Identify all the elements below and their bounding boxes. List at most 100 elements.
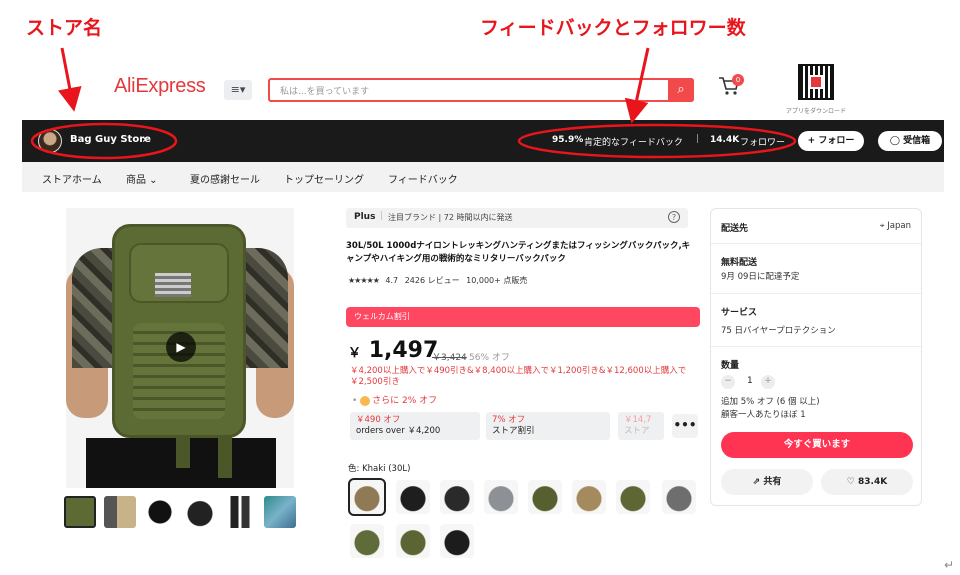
- coupon-1[interactable]: ￥490 オフ orders over ￥4,200: [350, 412, 480, 440]
- thumbnail-1[interactable]: [64, 496, 96, 528]
- coupon-title: 7% オフ: [492, 415, 526, 425]
- store-name[interactable]: Bag Guy Store: [70, 134, 151, 145]
- color-swatch[interactable]: [440, 480, 474, 514]
- color-swatch[interactable]: [662, 480, 696, 514]
- thumbnail-3[interactable]: [144, 496, 176, 528]
- tiered-promo-text: ￥4,200以上購入で￥490引き&￥8,400以上購入で￥1,200引き&￥1…: [350, 366, 687, 387]
- divider: [711, 243, 921, 244]
- divider: |: [696, 134, 700, 144]
- category-menu-icon[interactable]: ≡▾: [224, 80, 252, 100]
- quantity-minus-button[interactable]: −: [721, 375, 735, 389]
- backpack: [112, 224, 246, 438]
- coupon-sub: orders over ￥4,200: [356, 426, 441, 436]
- review-count[interactable]: 2426 レビュー: [405, 276, 460, 285]
- star-rating-icon: ★★★★★: [348, 276, 380, 285]
- coupon-sub: ストア: [624, 426, 650, 436]
- price: ￥ 1,497: [348, 338, 438, 363]
- nav-store-home[interactable]: ストアホーム: [42, 171, 102, 186]
- follow-button[interactable]: + フォロー: [798, 131, 864, 151]
- service-label: サービス: [721, 308, 758, 318]
- color-swatch[interactable]: [572, 480, 606, 514]
- feedback-percent: 95.9%: [552, 135, 584, 145]
- annotation-store-name: ストア名: [26, 17, 103, 39]
- rating-row: ★★★★★ 4.7 2426 レビュー 10,000+ 点販売: [348, 275, 527, 286]
- ship-location[interactable]: ⌖ Japan: [880, 221, 911, 231]
- color-swatch[interactable]: [484, 480, 518, 514]
- color-swatch[interactable]: [440, 524, 474, 558]
- info-icon[interactable]: ?: [668, 211, 680, 223]
- aliexpress-logo[interactable]: AliExpress: [114, 75, 206, 98]
- site-header: AliExpress ≡▾ 私は...を買っています ⌕ 0 アプリをダウンロー…: [22, 60, 944, 120]
- divider: [711, 346, 921, 347]
- store-avatar[interactable]: [38, 129, 62, 153]
- search-input[interactable]: 私は...を買っています ⌕: [268, 78, 694, 102]
- more-coupons-icon[interactable]: •••: [672, 414, 698, 438]
- store-nav: ストアホーム 商品 ⌄ 夏の感謝セール トップセーリング フィードバック: [22, 162, 944, 192]
- divider: |: [380, 211, 384, 221]
- thumbnail-4[interactable]: [184, 496, 216, 528]
- plus-info-text: 注目ブランド | 72 時間以内に発送: [388, 213, 513, 222]
- delivery-date: 9月 09日に配達予定: [721, 272, 800, 282]
- color-swatch-khaki[interactable]: [348, 478, 386, 516]
- chevron-right-icon[interactable]: ›: [142, 132, 147, 146]
- cart-count-badge: 0: [732, 74, 744, 86]
- coupon-title: ￥490 オフ: [356, 415, 401, 425]
- followers-label: フォロワー: [740, 138, 786, 148]
- nav-summer-sale[interactable]: 夏の感謝セール: [190, 171, 260, 186]
- quantity-plus-button[interactable]: +: [761, 375, 775, 389]
- return-mark-icon: ↵: [944, 558, 955, 572]
- currency-symbol: ￥: [348, 346, 362, 361]
- purchase-sidebar: 配送先 ⌖ Japan 無料配送 9月 09日に配達予定 サービス 75 日バイ…: [710, 208, 922, 506]
- service-text: 75 日バイヤープロテクション: [721, 326, 836, 336]
- product-main-image[interactable]: ▶: [66, 208, 294, 488]
- product-title: 30L/50L 1000dナイロントレッキングハンティングまたはフィッシングバッ…: [346, 241, 691, 264]
- play-video-icon[interactable]: ▶: [166, 332, 196, 362]
- welcome-discount-banner: ウェルカム割引: [346, 307, 700, 327]
- inbox-button[interactable]: ◯ 受信箱: [878, 131, 942, 151]
- nav-products[interactable]: 商品 ⌄: [126, 171, 158, 186]
- free-shipping-label: 無料配送: [721, 258, 758, 268]
- annotation-feedback-followers: フィードバックとフォロワー数: [480, 17, 746, 39]
- thumbnail-6[interactable]: [264, 496, 296, 528]
- share-button[interactable]: ⇗ 共有: [721, 469, 813, 495]
- app-qr-code[interactable]: [798, 64, 834, 100]
- plus-badge: Plus: [354, 212, 376, 222]
- plus-badge-bar: Plus | 注目ブランド | 72 時間以内に発送 ?: [346, 208, 688, 228]
- nav-top-selling[interactable]: トップセーリング: [284, 171, 364, 186]
- color-swatch[interactable]: [396, 480, 430, 514]
- coupon-title: ￥14,7: [624, 415, 652, 425]
- coin-icon: [360, 395, 371, 406]
- backpack-top-pocket: [129, 243, 229, 303]
- color-swatch[interactable]: [616, 480, 650, 514]
- color-swatch[interactable]: [350, 524, 384, 558]
- extra-discount[interactable]: • さらに 2% オフ: [352, 393, 437, 406]
- store-bar: Bag Guy Store › 95.9% 肯定的なフィードバック | 14.4…: [22, 120, 944, 162]
- flag-patch: [155, 273, 191, 297]
- coupon-sub: ストア割引: [492, 426, 535, 436]
- coupon-3[interactable]: ￥14,7 ストア: [618, 412, 664, 440]
- purchase-limit-note: 顧客一人あたりほぼ 1: [721, 410, 806, 420]
- sold-count: 10,000+ 点販売: [466, 276, 528, 285]
- extra-discount-text: さらに 2% オフ: [372, 396, 438, 406]
- quantity-value[interactable]: 1: [747, 376, 753, 386]
- rating-value: 4.7: [385, 276, 399, 285]
- followers-count: 14.4K: [710, 135, 740, 145]
- thumbnail-5[interactable]: [224, 496, 256, 528]
- ship-to-label: 配送先: [721, 224, 749, 234]
- search-icon[interactable]: ⌕: [668, 78, 694, 102]
- app-download-label: アプリをダウンロード: [786, 108, 847, 115]
- color-swatch[interactable]: [528, 480, 562, 514]
- thumbnail-2[interactable]: [104, 496, 136, 528]
- color-swatch[interactable]: [396, 524, 430, 558]
- coupon-2[interactable]: 7% オフ ストア割引: [486, 412, 610, 440]
- discount-percent: 56% オフ: [469, 353, 510, 363]
- price-value: 1,497: [368, 338, 439, 363]
- buy-now-button[interactable]: 今すぐ買います: [721, 432, 913, 458]
- wishlist-button[interactable]: ♡ 83.4K: [821, 469, 913, 495]
- bulk-discount-note: 追加 5% オフ (6 個 以上): [721, 397, 820, 407]
- divider: [711, 293, 921, 294]
- original-price: ￥3,424: [432, 353, 467, 363]
- qr-logo: [809, 75, 823, 89]
- nav-feedback[interactable]: フィードバック: [388, 171, 458, 186]
- color-label: 色: Khaki (30L): [348, 464, 411, 474]
